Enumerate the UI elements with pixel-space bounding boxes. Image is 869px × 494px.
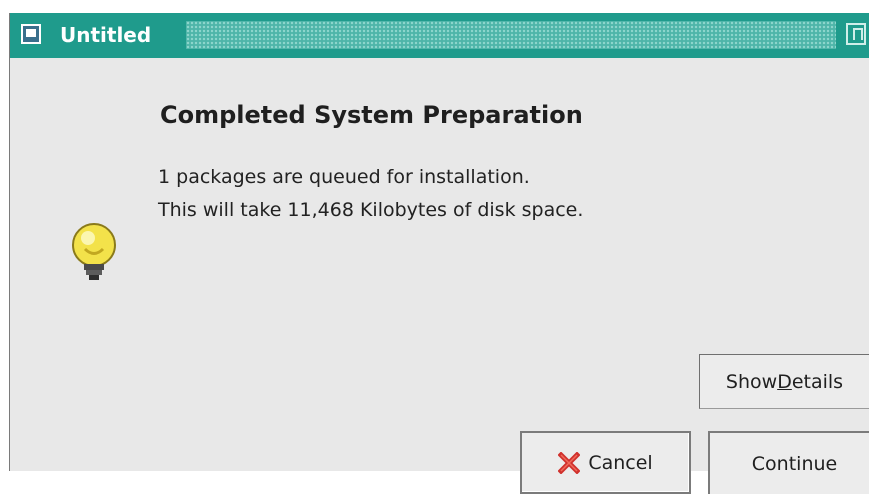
- show-details-label-post: etails: [791, 370, 844, 393]
- continue-label: Continue: [751, 452, 838, 475]
- show-details-button[interactable]: Show Details: [699, 354, 869, 409]
- installer-window: Untitled Completed System Preparation 1 …: [9, 13, 869, 494]
- maximize-icon[interactable]: [846, 23, 866, 45]
- queued-packages-text: 1 packages are queued for installation.: [158, 166, 530, 188]
- dialog-heading: Completed System Preparation: [160, 101, 583, 129]
- show-details-mnemonic: D: [777, 370, 792, 393]
- disk-space-text: This will take 11,468 Kilobytes of disk …: [158, 199, 584, 221]
- title-bar-pattern: [186, 21, 836, 49]
- continue-button[interactable]: Continue: [708, 431, 869, 494]
- cancel-button[interactable]: Cancel: [520, 431, 691, 494]
- cancel-label: Cancel: [588, 451, 653, 474]
- show-details-label-pre: Show: [725, 370, 778, 393]
- window-title: Untitled: [60, 23, 152, 47]
- title-bar[interactable]: Untitled: [10, 13, 869, 58]
- lightbulb-icon: [72, 223, 116, 280]
- window-icon[interactable]: [21, 24, 41, 44]
- red-x-icon: [558, 451, 581, 474]
